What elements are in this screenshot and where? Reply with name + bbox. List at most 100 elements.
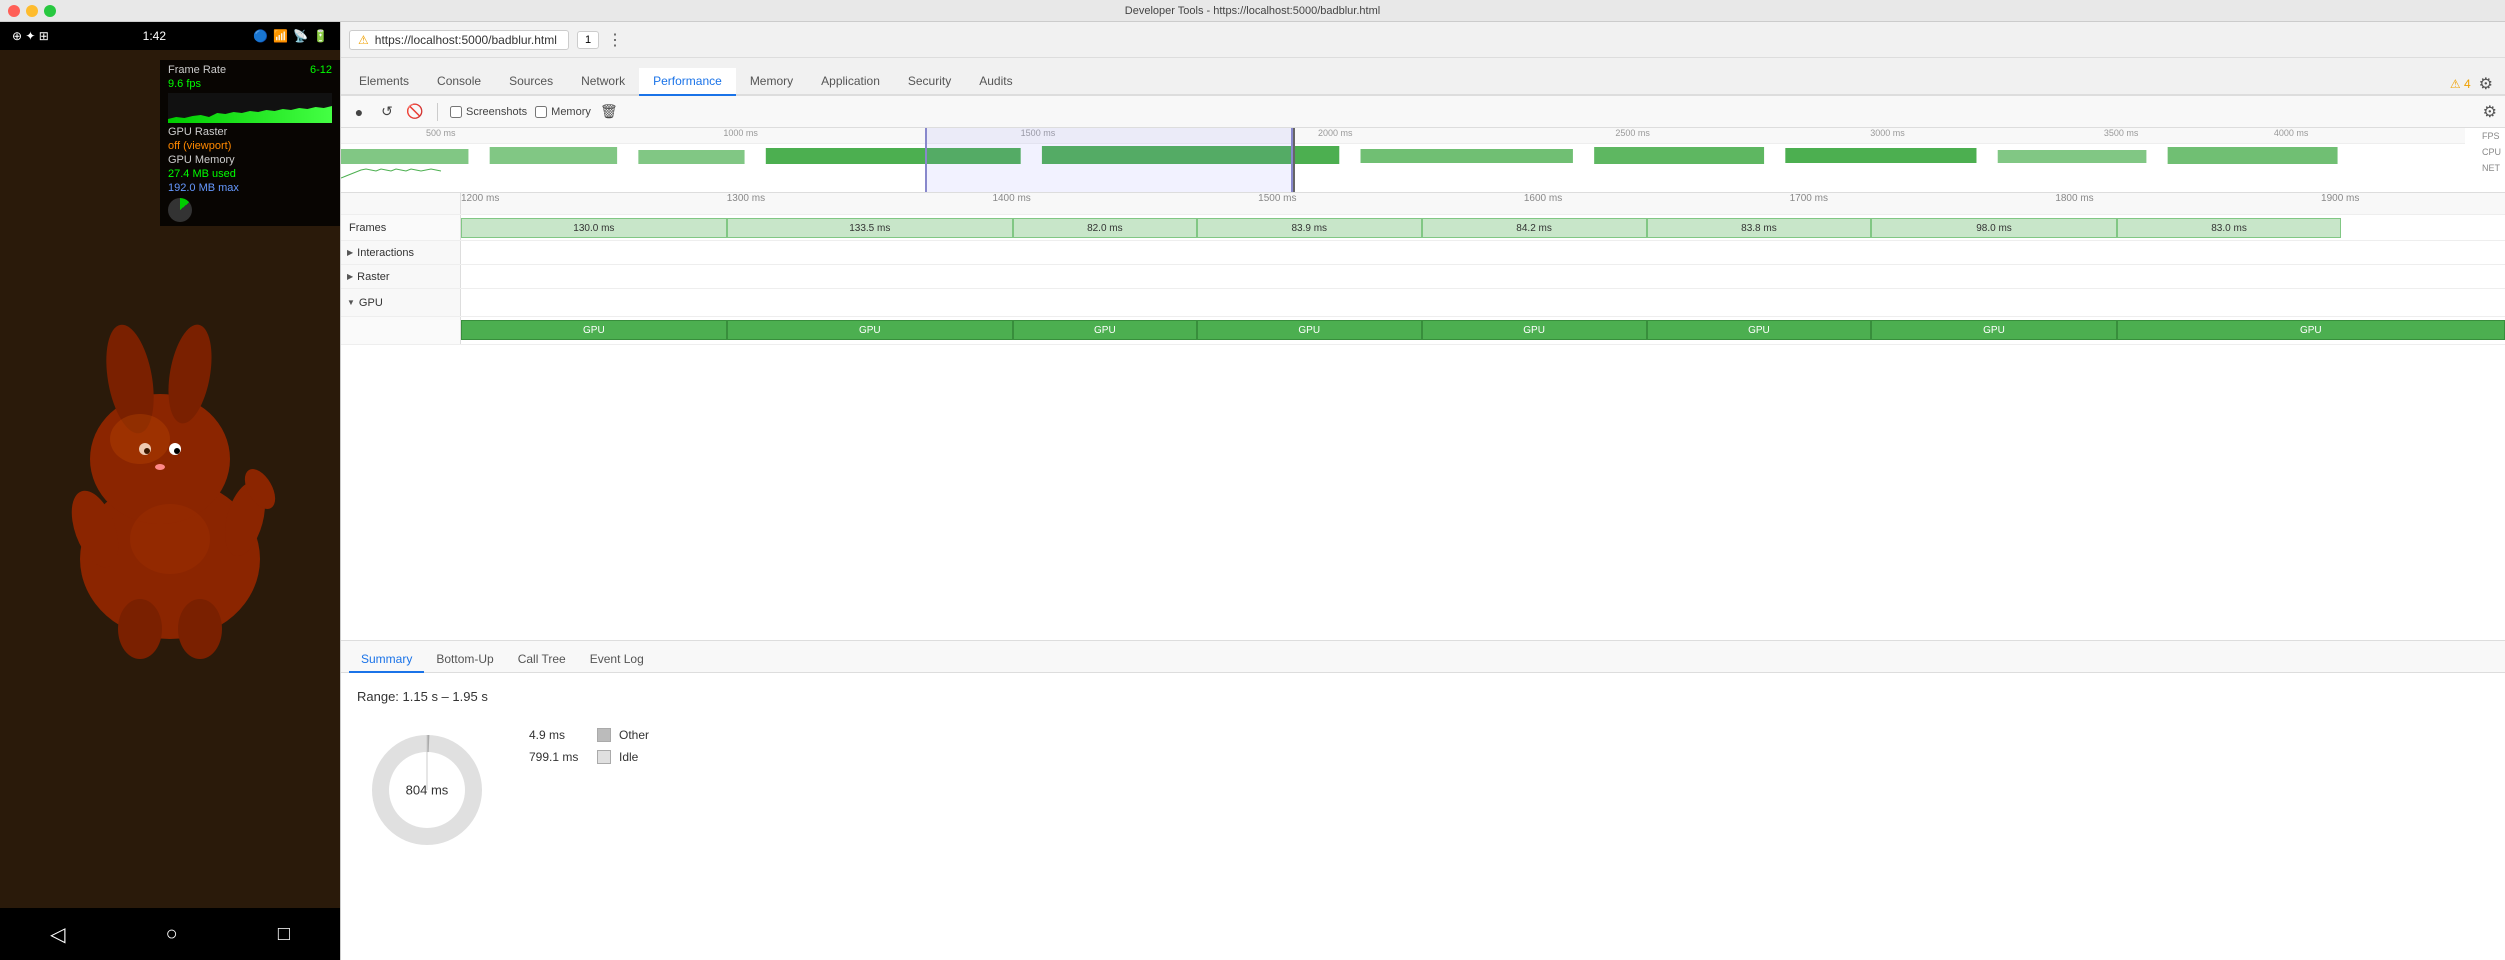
fps-label: FPS: [2478, 128, 2505, 144]
ruler-3000ms: 3000 ms: [1870, 128, 1905, 138]
idle-label: Idle: [619, 750, 638, 764]
perf-settings-icon[interactable]: ⚙: [2483, 104, 2497, 121]
gpu-bars-content: GPU GPU GPU GPU GPU GPU GPU GPU: [461, 317, 2505, 344]
pie-chart: 804 ms: [357, 720, 497, 860]
close-button[interactable]: [8, 5, 20, 17]
gpu-mem-max: 192.0 MB max: [168, 182, 239, 194]
clear-button[interactable]: 🗑: [599, 102, 619, 122]
raster-label[interactable]: ▶ Raster: [341, 265, 461, 288]
frames-label: Frames: [341, 215, 461, 240]
net-area: [341, 180, 2465, 192]
bottom-panel: Summary Bottom-Up Call Tree Event Log Ra…: [341, 640, 2505, 960]
frame-cell-1: 130.0 ms: [461, 218, 727, 238]
title-text: Developer Tools - https://localhost:5000…: [1125, 5, 1380, 17]
tab-network[interactable]: Network: [567, 68, 639, 96]
devtools-tab-icons: ⚠ 4 ⚙: [2442, 74, 2501, 94]
tab-sources[interactable]: Sources: [495, 68, 567, 96]
timeline-ruler-left-spacer: [341, 193, 461, 214]
gpu-raster-row: GPU Raster: [168, 126, 332, 138]
gpu-memory-label: GPU Memory: [168, 154, 235, 166]
event-log-tab[interactable]: Event Log: [578, 647, 656, 673]
tab-performance-label: Performance: [653, 74, 722, 88]
record-button[interactable]: ●: [349, 102, 369, 122]
tab-count[interactable]: 1: [577, 31, 599, 49]
ruler-3500ms: 3500 ms: [2104, 128, 2139, 138]
tick-1400ms: 1400 ms: [992, 193, 1030, 204]
tab-memory[interactable]: Memory: [736, 68, 807, 96]
ruler-2000ms: 2000 ms: [1318, 128, 1353, 138]
main-container: ⊕ ✦ ⊞ 1:42 🔵 📶 📡 🔋: [0, 22, 2505, 960]
gpu-section-label[interactable]: ▼ GPU: [341, 289, 461, 316]
tab-performance[interactable]: Performance: [639, 68, 736, 96]
ruler-2500ms: 2500 ms: [1615, 128, 1650, 138]
timeline-rows: Frames 130.0 ms 133.5 ms 82.0 ms 83.9 ms…: [341, 215, 2505, 640]
device-time: 1:42: [143, 29, 166, 43]
menu-dots[interactable]: ⋮: [607, 30, 623, 50]
frames-content: 130.0 ms 133.5 ms 82.0 ms 83.9 ms 84.2 m…: [461, 215, 2505, 240]
device-status-icons-right: 🔵 📶 📡 🔋: [253, 29, 328, 43]
screenshots-checkbox[interactable]: [450, 106, 462, 118]
url-text: https://localhost:5000/badblur.html: [375, 33, 557, 47]
stop-button[interactable]: 🚫: [405, 102, 425, 122]
gpu-bar-2: GPU: [727, 320, 1013, 340]
memory-checkbox[interactable]: [535, 106, 547, 118]
selection-overlay[interactable]: [925, 128, 1293, 192]
minimize-button[interactable]: [26, 5, 38, 17]
ruler-1000ms: 1000 ms: [723, 128, 758, 138]
raster-triangle: ▶: [347, 272, 353, 281]
back-button[interactable]: ◁: [50, 922, 65, 947]
tab-audits[interactable]: Audits: [965, 68, 1026, 96]
devtools-panel: ⚠ https://localhost:5000/badblur.html 1 …: [340, 22, 2505, 960]
warning-count: ⚠ 4: [2450, 77, 2471, 91]
perf-toolbar: ● ↺ 🚫 Screenshots Memory 🗑 ⚙: [341, 96, 2505, 128]
gpu-bar-8: GPU: [2117, 320, 2505, 340]
gpu-bar-3: GPU: [1013, 320, 1197, 340]
settings-icon[interactable]: ⚙: [2479, 74, 2493, 94]
tab-network-label: Network: [581, 74, 625, 88]
fps-value: 9.6 fps: [168, 78, 201, 90]
tab-elements[interactable]: Elements: [345, 68, 423, 96]
summary-tab[interactable]: Summary: [349, 647, 424, 673]
tab-audits-label: Audits: [979, 74, 1012, 88]
overview-area[interactable]: FPS CPU NET 500 ms 1000 ms 1500 ms 2000 …: [341, 128, 2505, 193]
summary-area: 804 ms 4.9 ms Other 799.1 ms: [357, 720, 2489, 860]
tab-console-label: Console: [437, 74, 481, 88]
fps-value-row: 9.6 fps: [168, 78, 332, 90]
interactions-triangle: ▶: [347, 248, 353, 257]
title-bar: Developer Tools - https://localhost:5000…: [0, 0, 2505, 22]
pie-center-text: 804 ms: [406, 783, 449, 798]
overview-ruler: 500 ms 1000 ms 1500 ms 2000 ms 2500 ms 3…: [341, 128, 2465, 144]
screenshots-checkbox-group[interactable]: Screenshots: [450, 106, 527, 118]
reload-button[interactable]: ↺: [377, 102, 397, 122]
recent-button[interactable]: □: [278, 923, 290, 946]
memory-checkbox-group[interactable]: Memory: [535, 106, 591, 118]
traffic-lights: [8, 5, 56, 17]
playhead: [1293, 128, 1295, 192]
legend-area: 4.9 ms Other 799.1 ms Idle: [529, 720, 649, 764]
tick-1900ms: 1900 ms: [2321, 193, 2359, 204]
bottom-up-tab[interactable]: Bottom-Up: [424, 647, 505, 673]
gpu-bars-row: GPU GPU GPU GPU GPU GPU GPU GPU: [341, 317, 2505, 345]
maximize-button[interactable]: [44, 5, 56, 17]
gpu-bar-7: GPU: [1871, 320, 2116, 340]
idle-color-box: [597, 750, 611, 764]
tab-application[interactable]: Application: [807, 68, 894, 96]
url-box: ⚠ https://localhost:5000/badblur.html: [349, 30, 569, 50]
frame-cell-4: 83.9 ms: [1197, 218, 1422, 238]
raster-content: [461, 265, 2505, 288]
gpu-raster-value-row: off (viewport): [168, 140, 332, 152]
home-button[interactable]: ○: [166, 923, 178, 946]
bottom-tabs: Summary Bottom-Up Call Tree Event Log: [341, 641, 2505, 673]
gpu-donut-row: [168, 198, 332, 222]
overview-inner: FPS CPU NET 500 ms 1000 ms 1500 ms 2000 …: [341, 128, 2505, 192]
wifi-icon: 📡: [293, 29, 308, 43]
interactions-label[interactable]: ▶ Interactions: [341, 241, 461, 264]
legend-other: 4.9 ms Other: [529, 728, 649, 742]
tick-1300ms: 1300 ms: [727, 193, 765, 204]
tab-console[interactable]: Console: [423, 68, 495, 96]
overlay-panel: Frame Rate 6-12 9.6 fps GPU Raster off (…: [160, 60, 340, 226]
frame-cell-7: 98.0 ms: [1871, 218, 2116, 238]
memory-label: Memory: [551, 106, 591, 118]
call-tree-tab[interactable]: Call Tree: [506, 647, 578, 673]
tab-security[interactable]: Security: [894, 68, 965, 96]
